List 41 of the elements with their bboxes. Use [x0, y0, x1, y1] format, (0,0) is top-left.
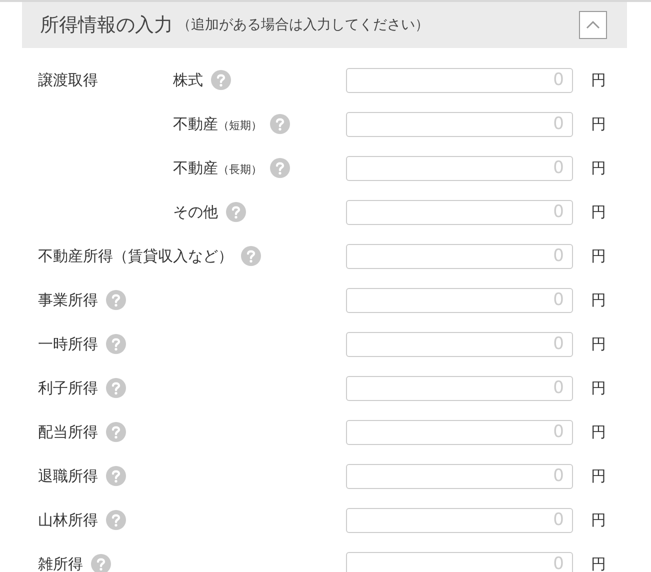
unit-label: 円 — [591, 510, 607, 530]
field-label: 一時所得 — [38, 334, 98, 354]
unit-label: 円 — [591, 378, 607, 398]
help-icon[interactable] — [91, 554, 111, 572]
field-label: 雑所得 — [38, 554, 83, 572]
help-icon[interactable] — [106, 378, 126, 398]
field-label: 株式 — [173, 70, 203, 90]
field-label: 事業所得 — [38, 290, 98, 310]
unit-label: 円 — [591, 422, 607, 442]
field-label: 不動産所得（賃貸収入など） — [38, 246, 233, 266]
unit-label: 円 — [591, 246, 607, 266]
unit-label: 円 — [591, 334, 607, 354]
help-icon[interactable] — [106, 510, 126, 530]
field-label: 利子所得 — [38, 378, 98, 398]
help-icon[interactable] — [106, 466, 126, 486]
help-icon[interactable] — [241, 246, 261, 266]
collapse-button[interactable] — [579, 11, 607, 39]
section-title: 所得情報の入力 — [40, 13, 173, 38]
unit-label: 円 — [591, 114, 607, 134]
field-label: その他 — [173, 202, 218, 222]
unit-label: 円 — [591, 202, 607, 222]
field-label: 不動産（長期） — [173, 158, 262, 178]
field-label: 山林所得 — [38, 510, 98, 530]
help-icon[interactable] — [226, 202, 246, 222]
unit-label: 円 — [591, 554, 607, 572]
section-subtitle: （追加がある場合は入力してください） — [177, 16, 430, 34]
unit-label: 円 — [591, 466, 607, 486]
group-label: 譲渡取得 — [38, 70, 98, 90]
help-icon[interactable] — [270, 114, 290, 134]
unit-label: 円 — [591, 70, 607, 90]
help-icon[interactable] — [106, 290, 126, 310]
help-icon[interactable] — [106, 422, 126, 442]
field-label: 不動産（短期） — [173, 114, 262, 134]
field-label: 配当所得 — [38, 422, 98, 442]
unit-label: 円 — [591, 290, 607, 310]
chevron-icon — [586, 21, 600, 29]
field-label: 退職所得 — [38, 466, 98, 486]
unit-label: 円 — [591, 158, 607, 178]
help-icon[interactable] — [106, 334, 126, 354]
help-icon[interactable] — [270, 158, 290, 178]
help-icon[interactable] — [211, 70, 231, 90]
